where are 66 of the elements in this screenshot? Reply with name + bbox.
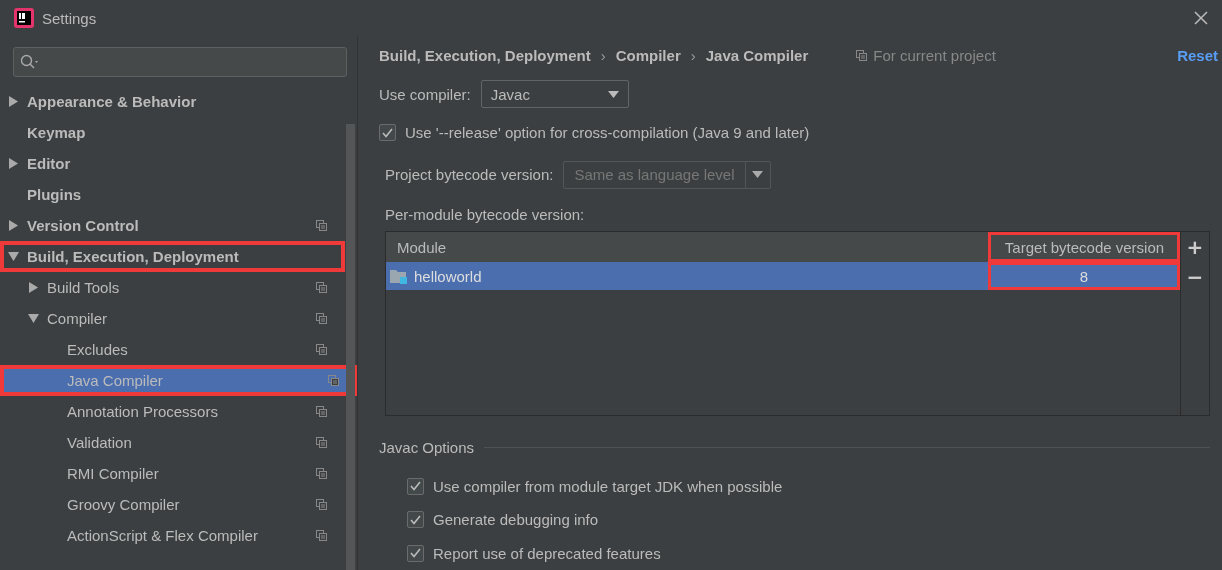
tree-item[interactable]: Excludes xyxy=(0,334,345,365)
dropdown-arrow-icon xyxy=(607,90,619,98)
tree-item[interactable]: Version Control xyxy=(0,210,345,241)
tree-item[interactable]: Appearance & Behavior xyxy=(0,86,345,117)
compiler-dropdown[interactable]: Javac xyxy=(480,80,629,109)
dropdown-arrow-icon xyxy=(752,171,764,179)
table-cell[interactable]: 8 xyxy=(988,262,1180,290)
column-header[interactable]: Module xyxy=(386,232,988,262)
folder-icon xyxy=(390,268,408,284)
column-header[interactable]: Target bytecode version xyxy=(988,232,1180,262)
tree-item[interactable]: Plugins xyxy=(0,179,345,210)
project-scope-icon xyxy=(316,437,327,448)
reset-link[interactable]: Reset xyxy=(1177,47,1218,65)
expand-arrow-icon[interactable] xyxy=(8,96,19,107)
section-label: Per-module bytecode version: xyxy=(384,204,586,225)
tree-item[interactable]: RMI Compiler xyxy=(0,458,345,489)
tree-item[interactable]: Validation xyxy=(0,427,345,458)
checkbox[interactable] xyxy=(407,544,424,562)
tree-item[interactable]: Groovy Compiler xyxy=(0,489,345,520)
collapse-arrow-icon[interactable] xyxy=(28,313,39,324)
close-icon[interactable] xyxy=(1194,11,1208,25)
project-scope-icon xyxy=(316,344,327,355)
checkbox-label: Report use of deprecated features xyxy=(433,544,661,562)
checkbox-label: Generate debugging info xyxy=(433,511,599,529)
section-title: Javac Options xyxy=(379,439,475,457)
project-scope-icon xyxy=(316,313,327,324)
expand-arrow-icon[interactable] xyxy=(8,158,19,169)
checkbox-label: Use '--release' option for cross-compilation (Java 9 and later) xyxy=(405,124,810,141)
field-label: Project bytecode version: xyxy=(385,166,554,184)
scope-note: For current project xyxy=(873,47,996,65)
remove-button[interactable]: − xyxy=(1181,262,1209,292)
tree-item[interactable]: Editor xyxy=(0,148,345,179)
expand-arrow-icon[interactable] xyxy=(28,282,39,293)
tree-item[interactable]: Compiler xyxy=(0,303,345,334)
window-title: Settings xyxy=(42,9,97,27)
project-scope-icon xyxy=(316,220,327,231)
expand-arrow-icon[interactable] xyxy=(8,220,19,231)
table-cell: helloworld xyxy=(386,262,988,290)
field-label: Use compiler: xyxy=(379,85,471,103)
project-scope-icon xyxy=(328,375,339,386)
scrollbar[interactable] xyxy=(346,124,355,570)
checkbox[interactable] xyxy=(379,124,396,141)
checkbox[interactable] xyxy=(407,511,424,529)
breadcrumb-item[interactable]: Compiler xyxy=(615,47,681,65)
project-scope-icon xyxy=(316,530,327,541)
project-scope-icon xyxy=(856,50,868,62)
project-scope-icon xyxy=(316,282,327,293)
project-scope-icon xyxy=(316,499,327,510)
tree-item[interactable]: Build, Execution, Deployment xyxy=(0,241,345,272)
table-row[interactable]: helloworld 8 xyxy=(386,262,1180,290)
checkbox-label: Use compiler from module target JDK when possible xyxy=(433,477,783,495)
collapse-arrow-icon[interactable] xyxy=(8,251,19,262)
checkbox[interactable] xyxy=(407,477,424,495)
tree-item[interactable]: Annotation Processors xyxy=(0,396,345,427)
breadcrumb-item[interactable]: Java Compiler xyxy=(705,47,809,65)
add-button[interactable]: + xyxy=(1181,232,1209,262)
tree-item[interactable]: ActionScript & Flex Compiler xyxy=(0,520,345,551)
breadcrumb-item[interactable]: Build, Execution, Deployment xyxy=(379,47,591,65)
tree-item[interactable]: Keymap xyxy=(0,117,345,148)
search-field[interactable] xyxy=(13,47,347,77)
breadcrumb-separator: › xyxy=(600,47,606,65)
app-logo-icon xyxy=(14,8,34,28)
breadcrumb-separator: › xyxy=(690,47,696,65)
tree-item[interactable]: Build Tools xyxy=(0,272,345,303)
project-scope-icon xyxy=(316,468,327,479)
project-scope-icon xyxy=(316,406,327,417)
